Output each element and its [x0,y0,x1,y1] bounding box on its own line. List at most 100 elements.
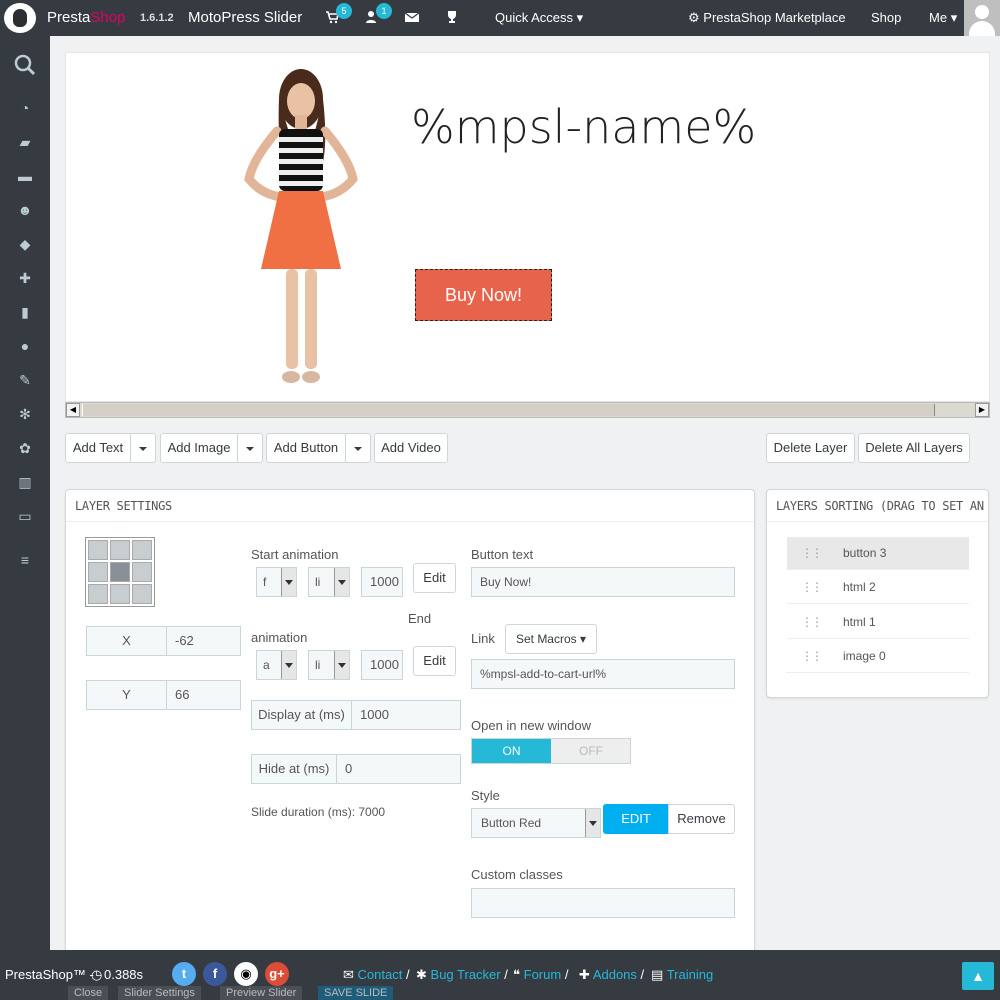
delete-layer-button[interactable]: Delete Layer [766,433,855,463]
link-input[interactable]: %mpsl-add-to-cart-url% [471,659,735,689]
align-top-right[interactable] [132,540,152,560]
shop-link[interactable]: Shop [871,10,901,25]
x-input[interactable]: -62 [166,626,241,656]
menu-collapse-icon[interactable]: ≡ [0,552,50,568]
style-remove-button[interactable]: Remove [668,804,735,834]
delete-all-layers-button[interactable]: Delete All Layers [858,433,970,463]
close-button[interactable]: Close [68,986,109,1000]
dashboard-icon[interactable]: ◔ [0,100,50,116]
start-duration-input[interactable]: 1000 [361,567,403,597]
localization-icon[interactable]: ● [0,338,50,354]
style-edit-button[interactable]: EDIT [603,804,669,834]
y-input[interactable]: 66 [166,680,241,710]
align-middle-left[interactable] [88,562,108,582]
puzzle-icon: ✚ [579,967,590,982]
preview-slider-button[interactable]: Preview Slider [220,986,303,1000]
google-plus-icon[interactable]: g+ [265,962,289,986]
price-rules-icon[interactable]: ◆ [0,236,50,253]
set-macros-button[interactable]: Set Macros ▾ [505,624,597,654]
align-bottom-left[interactable] [88,584,108,604]
gear-icon[interactable]: ✿ [0,440,50,457]
layer-name: html 1 [843,615,876,629]
stats-icon[interactable]: ▥ [0,474,50,491]
monitor-icon[interactable]: ▭ [0,508,50,525]
drag-handle-icon[interactable]: ⋮⋮ [801,640,823,673]
align-bottom-center[interactable] [110,584,130,604]
button-text-input[interactable]: Buy Now! [471,567,735,597]
horizontal-scrollbar[interactable]: ◀ ▶ [65,402,990,418]
start-animation-edit-button[interactable]: Edit [413,563,456,593]
new-window-toggle[interactable]: ON OFF [471,738,631,764]
align-bottom-right[interactable] [132,584,152,604]
top-navbar: PrestaShop 1.6.1.2 MotoPress Slider 5 1 … [0,0,1000,36]
scrollbar-thumb[interactable] [82,404,935,416]
contact-link[interactable]: ✉ Contact / [343,967,410,983]
marketplace-link[interactable]: ⚙ PrestaShop Marketplace [688,10,846,26]
forum-link[interactable]: ❝ Forum / [513,967,568,983]
trophy-icon[interactable] [445,10,459,27]
addons-link[interactable]: ✚ Addons / [579,967,644,983]
toggle-off[interactable]: OFF [552,739,630,763]
drag-handle-icon[interactable]: ⋮⋮ [801,606,823,639]
modules-icon[interactable]: ✚ [0,270,50,287]
buy-now-button-layer[interactable]: Buy Now! [415,269,552,321]
align-middle-right[interactable] [132,562,152,582]
layer-item[interactable]: ⋮⋮ html 1 [787,606,969,639]
add-button-dropdown-toggle[interactable] [346,433,371,463]
envelope-icon[interactable] [404,10,420,27]
add-image-button[interactable]: Add Image [160,433,238,463]
end-easing-select[interactable]: li [308,650,350,680]
slider-settings-button[interactable]: Slider Settings [118,986,201,1000]
catalog-icon[interactable]: ▰ [0,134,50,151]
end-duration-input[interactable]: 1000 [361,650,403,680]
style-select[interactable]: Button Red [471,808,601,838]
advanced-settings-icon[interactable]: ✻ [0,406,50,423]
save-slide-button[interactable]: SAVE SLIDE [318,986,394,1000]
add-text-dropdown-toggle[interactable] [131,433,156,463]
github-icon[interactable]: ◉ [234,962,258,986]
align-top-center[interactable] [110,540,130,560]
quick-access-menu[interactable]: Quick Access ▾ [495,10,583,26]
drag-handle-icon[interactable]: ⋮⋮ [801,537,823,570]
separator: / [504,967,508,982]
drag-handle-icon[interactable]: ⋮⋮ [801,571,823,604]
end-effect-select[interactable]: a [256,650,297,680]
add-image-dropdown-toggle[interactable] [238,433,263,463]
twitter-icon[interactable]: t [172,962,196,986]
prestashop-logo[interactable] [4,3,36,33]
add-text-button[interactable]: Add Text [65,433,131,463]
model-image[interactable] [191,59,421,399]
toggle-on[interactable]: ON [472,739,551,763]
add-button-button[interactable]: Add Button [266,433,346,463]
wrench-icon[interactable]: ✎ [0,372,50,389]
layer-item[interactable]: ⋮⋮ image 0 [787,640,969,673]
start-effect-select[interactable]: f [256,567,297,597]
me-menu[interactable]: Me ▾ [929,10,957,26]
version-label: 1.6.1.2 [140,12,174,24]
custom-classes-input[interactable] [471,888,735,918]
search-icon[interactable] [0,54,50,79]
slide-title-layer[interactable]: %mpsl-name% [411,100,756,154]
add-video-button[interactable]: Add Video [374,433,448,463]
display-at-input[interactable]: 1000 [351,700,461,730]
shipping-icon[interactable]: ▮ [0,304,50,321]
orders-icon[interactable]: ▬ [0,168,50,184]
align-top-left[interactable] [88,540,108,560]
align-middle-center[interactable] [110,562,130,582]
training-link[interactable]: ▤ Training [651,967,713,983]
scroll-right-icon[interactable]: ▶ [975,403,989,417]
custom-classes-label: Custom classes [471,867,563,882]
hide-at-input[interactable]: 0 [336,754,461,784]
layer-item[interactable]: ⋮⋮ button 3 [787,537,969,570]
alignment-grid[interactable] [85,537,155,607]
bug-tracker-link[interactable]: ✱ Bug Tracker / [416,967,508,983]
end-animation-edit-button[interactable]: Edit [413,646,456,676]
facebook-icon[interactable]: f [203,962,227,986]
start-easing-select[interactable]: li [308,567,350,597]
scroll-left-icon[interactable]: ◀ [66,403,80,417]
customers-icon[interactable]: ☻ [0,202,50,218]
layer-item[interactable]: ⋮⋮ html 2 [787,571,969,604]
arrow-up-icon[interactable]: ▲ [962,962,994,990]
avatar[interactable] [964,0,1000,36]
brand-name[interactable]: PrestaShop [47,9,125,26]
